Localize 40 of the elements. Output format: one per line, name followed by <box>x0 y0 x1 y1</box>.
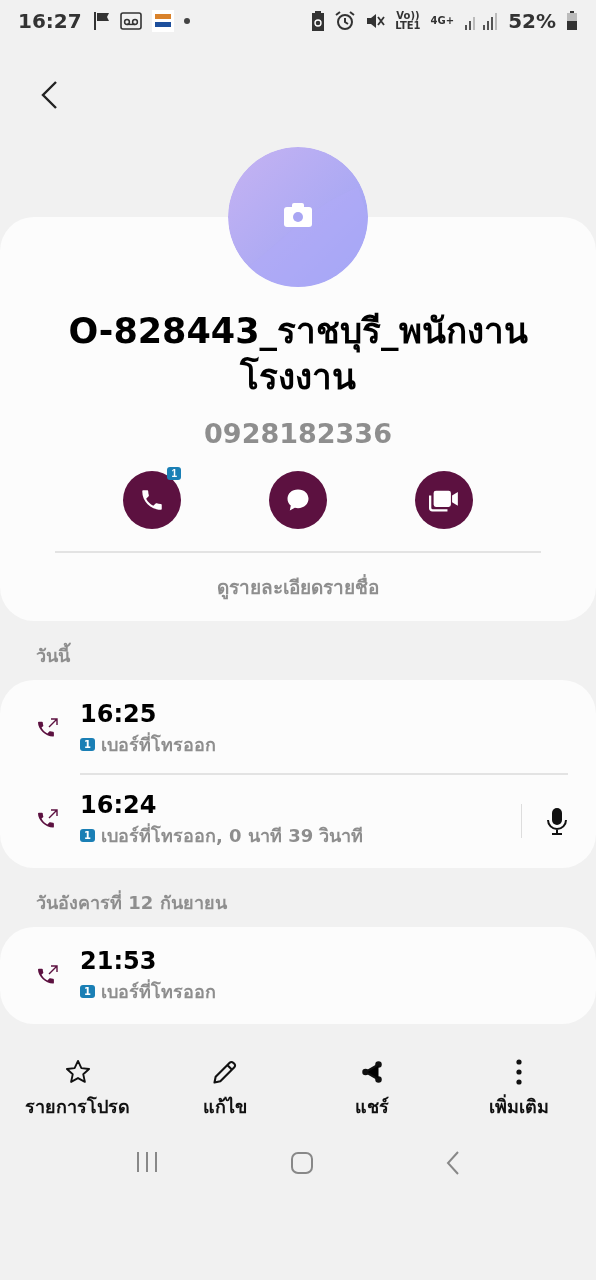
more-button[interactable]: เพิ่มเติม <box>448 1058 589 1121</box>
mute-icon <box>365 11 386 31</box>
more-options-icon <box>514 1058 523 1086</box>
recent-apps-button[interactable] <box>135 1151 160 1175</box>
dot-icon <box>183 18 190 24</box>
favorite-button[interactable]: รายการโปรด <box>7 1058 148 1121</box>
phone-icon <box>139 487 165 513</box>
phone-number: 0928182336 <box>204 418 392 449</box>
battery-saver-icon <box>311 11 326 31</box>
alarm-clock-icon <box>335 11 356 31</box>
back-nav-button[interactable] <box>444 1151 461 1175</box>
sim-badge: 1 <box>80 738 95 751</box>
app-notification-icon <box>151 10 174 32</box>
date-header: วันอังคารที่ 12 กันยายน <box>35 889 228 915</box>
share-button[interactable]: แชร์ <box>301 1058 442 1121</box>
message-button[interactable] <box>269 471 327 529</box>
sim-badge: 1 <box>80 829 95 842</box>
call-time: 16:24 <box>80 791 158 819</box>
video-button[interactable] <box>415 471 473 529</box>
battery-percentage: 52% <box>508 9 556 33</box>
voicemail-icon <box>119 12 142 30</box>
sim-badge: 1 <box>167 467 181 480</box>
call-detail: เบอร์ที่โทรออก, 0 นาที 39 วินาที <box>100 822 364 848</box>
recording-button[interactable] <box>546 806 568 835</box>
volte-indicator: Vo)) LTE1 <box>395 11 421 31</box>
call-detail: เบอร์ที่โทรออก <box>100 731 216 757</box>
call-detail: เบอร์ที่โทรออก <box>100 978 216 1004</box>
sim-badge: 1 <box>80 985 95 998</box>
edit-button[interactable]: แก้ไข <box>154 1058 295 1121</box>
call-time: 16:25 <box>80 700 158 728</box>
date-header: วันนี้ <box>0 621 596 680</box>
network-type-indicator: 4G+ <box>430 16 455 26</box>
home-button[interactable] <box>290 1151 314 1175</box>
contact-name: O-828443_ราชบุรี_พนักงานโรงงาน <box>67 310 529 399</box>
flag-icon <box>91 11 110 31</box>
signal-icon <box>464 12 499 30</box>
status-time: 16:27 <box>18 9 82 33</box>
battery-icon <box>566 11 578 31</box>
call-time: 21:53 <box>80 947 158 975</box>
pencil-icon <box>210 1058 239 1086</box>
